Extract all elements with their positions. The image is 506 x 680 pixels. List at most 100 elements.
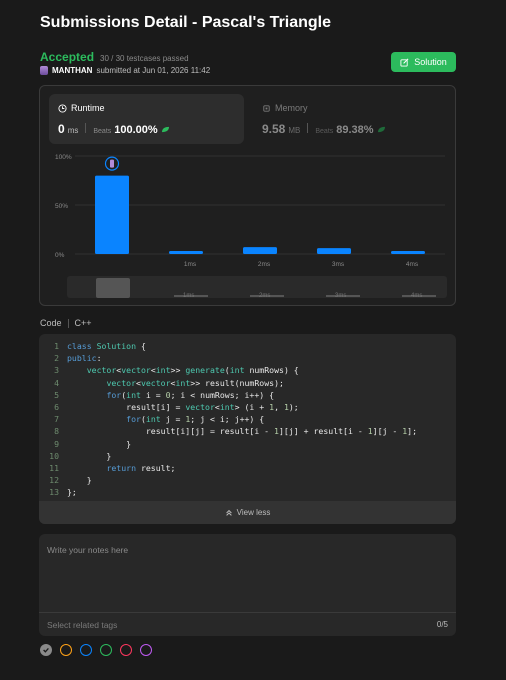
chart-bar [317, 248, 351, 254]
stats-panel: Runtime 0 ms Beats 100.00% Memory 9.58 M… [39, 85, 456, 306]
testcases-passed: 30 / 30 testcases passed [100, 54, 189, 63]
line-source: public: [67, 353, 102, 364]
chevrons-up-icon [225, 509, 232, 516]
divider [85, 123, 87, 133]
memory-beats-label: Beats [315, 128, 334, 135]
related-tags-select[interactable]: Select related tags [47, 620, 117, 630]
line-number: 5 [54, 389, 59, 400]
line-number: 8 [54, 426, 59, 437]
code-line: 2 public: [39, 352, 456, 364]
solution-label: Solution [414, 57, 447, 67]
runtime-beats-label: Beats [93, 128, 112, 135]
brush-tick-label: 3ms [335, 293, 347, 299]
view-less-label: View less [236, 508, 271, 517]
line-source: for(int j = 1; j < i; j++) { [126, 414, 265, 425]
color-tag-6[interactable] [140, 644, 152, 656]
line-source: class Solution { [67, 341, 146, 351]
solution-button[interactable]: Solution [391, 52, 456, 72]
x-tick-label: 3ms [332, 261, 345, 268]
memory-unit: MB [288, 126, 301, 135]
x-tick-label: 2ms [258, 261, 271, 268]
divider [307, 123, 309, 133]
edit-icon [400, 58, 409, 67]
submitter-row: MANTHAN submitted at Jun 01, 2026 11:42 [40, 66, 210, 75]
chip-icon [263, 104, 270, 112]
x-tick-label: 4ms [406, 261, 419, 268]
line-number: 3 [54, 365, 59, 376]
page-title: Submissions Detail - Pascal's Triangle [40, 14, 332, 31]
color-tag-4[interactable] [100, 644, 112, 656]
code-line: 12 } [39, 474, 456, 486]
line-number: 2 [54, 353, 59, 364]
code-line: 4 vector<vector<int>> result(numRows); [39, 377, 456, 389]
notes-panel: Select related tags 0/5 [39, 534, 456, 636]
code-block[interactable]: 1 class Solution { 2 public: 3 vector<vector… [39, 340, 456, 498]
line-number: 7 [54, 414, 59, 425]
user-avatar-icon [110, 159, 114, 168]
runtime-card[interactable]: Runtime 0 ms Beats 100.00% [49, 94, 244, 144]
line-source: } [67, 475, 92, 486]
x-tick-label: 1ms [184, 261, 197, 268]
clock-icon [58, 103, 67, 113]
line-number: 10 [49, 450, 59, 461]
leaf-icon [377, 126, 385, 133]
line-number: 4 [54, 377, 59, 388]
check-icon [43, 647, 49, 653]
brush-tick-label: 2ms [259, 293, 271, 299]
y-tick-label: 0% [55, 252, 65, 259]
code-header: Code C++ [40, 318, 92, 328]
brush-tick-label: 4ms [411, 293, 423, 299]
line-source: for(int i = 0; i < numRows; i++) { [106, 389, 275, 400]
line-number: 1 [54, 341, 59, 351]
code-line: 9 } [39, 438, 456, 450]
memory-value: 9.58 [262, 122, 286, 136]
line-source: result[i] = vector<int> (i + 1, 1); [67, 401, 299, 412]
chart-bar [391, 251, 425, 254]
code-line: 1 class Solution { [39, 340, 456, 352]
line-source: vector<vector<int>> result(numRows); [106, 377, 284, 388]
line-number: 6 [54, 401, 59, 412]
runtime-value: 0 [58, 122, 65, 136]
code-line: 13}; [39, 486, 456, 498]
color-tag-2[interactable] [60, 644, 72, 656]
line-source: result[i][j] = result[i - 1][j] + result… [67, 426, 418, 437]
y-tick-label: 100% [55, 154, 72, 161]
line-source: } [67, 438, 132, 449]
notes-input[interactable] [47, 540, 447, 560]
chart-bar [95, 175, 129, 254]
memory-beats-value: 89.38% [336, 124, 374, 136]
line-source: } [67, 450, 112, 461]
code-line: 7 for(int j = 1; j < i; j++) { [39, 413, 456, 425]
color-tag-3[interactable] [80, 644, 92, 656]
memory-label: Memory [275, 103, 308, 113]
memory-card[interactable]: Memory 9.58 MB Beats 89.38% [253, 94, 448, 144]
code-label: Code [40, 318, 62, 328]
code-panel[interactable]: 1 class Solution { 2 public: 3 vector<vector… [39, 334, 456, 524]
line-source: return result; [106, 462, 176, 473]
chart-range-brush[interactable]: 1ms 2ms 3ms 4ms [67, 276, 447, 299]
color-tag-5[interactable] [120, 644, 132, 656]
code-language: C++ [74, 318, 92, 328]
submitted-time: submitted at Jun 01, 2026 11:42 [96, 66, 211, 75]
tags-count: 0/5 [436, 620, 448, 629]
code-line: 10 } [39, 450, 456, 462]
line-number: 12 [49, 475, 59, 486]
color-tag-picker [40, 644, 152, 656]
code-line: 6 result[i] = vector<int> (i + 1, 1); [39, 401, 456, 413]
brush-tick-label: 1ms [183, 293, 195, 299]
line-number: 13 [49, 487, 59, 498]
divider [67, 318, 69, 328]
code-line: 11 return result; [39, 462, 456, 474]
y-tick-label: 50% [55, 203, 68, 210]
brush-handle[interactable] [96, 278, 130, 298]
status-row: Accepted 30 / 30 testcases passed [40, 50, 189, 64]
runtime-beats-value: 100.00% [114, 124, 158, 136]
leaf-icon [161, 126, 169, 133]
line-number: 11 [49, 462, 59, 473]
runtime-distribution-chart[interactable]: 100% 50% 0% 1ms 2ms 3ms 4ms [40, 148, 457, 273]
avatar[interactable] [40, 66, 48, 75]
divider [39, 612, 456, 613]
view-less-button[interactable]: View less [39, 501, 456, 524]
color-tag-1[interactable] [40, 644, 52, 656]
username-link[interactable]: MANTHAN [52, 66, 92, 75]
